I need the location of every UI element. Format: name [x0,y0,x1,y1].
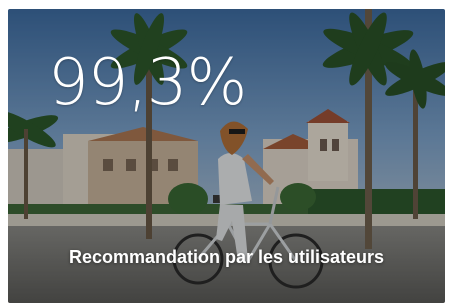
stat-value: 99,3% [48,46,247,120]
stat-card: 99,3% Recommandation par les utilisateur… [8,9,445,303]
stat-caption: Recommandation par les utilisateurs [68,247,385,267]
